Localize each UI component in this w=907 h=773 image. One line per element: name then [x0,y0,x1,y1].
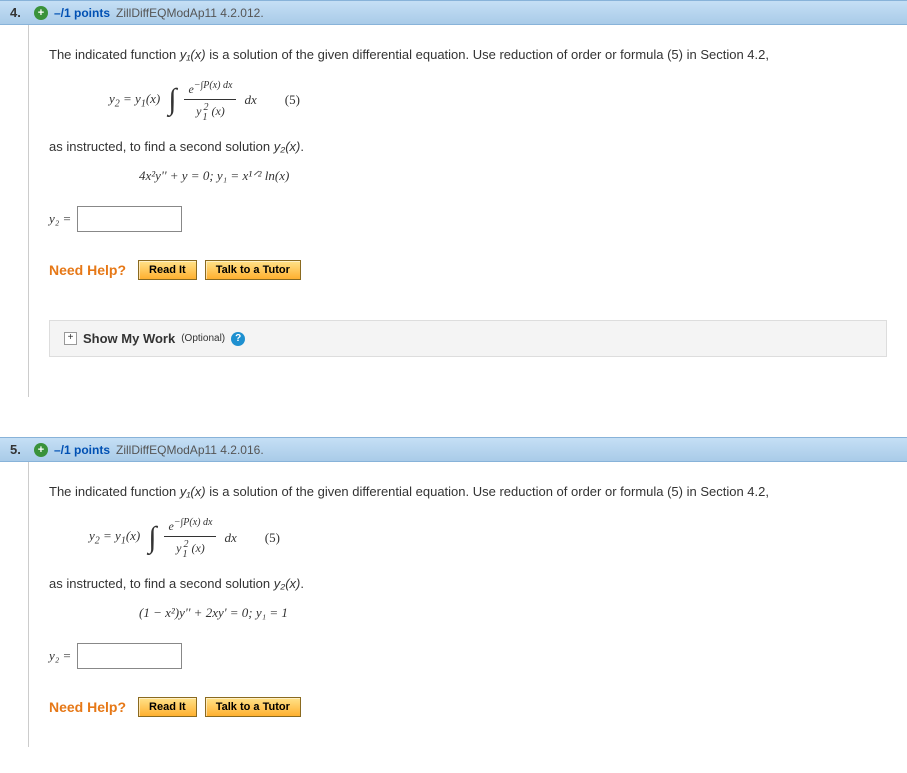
prompt-part-a: The indicated function [49,47,180,62]
prompt-part-b: is a solution of the given differential … [206,484,769,499]
read-it-button[interactable]: Read It [138,697,197,717]
given-equation: (1 − x²)y'' + 2xy' = 0; y₁ = 1 [49,605,887,621]
integral-icon: ∫ [168,85,176,115]
denominator: y21(x) [164,537,216,558]
answer-row: y₂ = [49,643,887,669]
y1x: y₁(x) [180,47,206,62]
need-help-label: Need Help? [49,262,126,278]
answer-input[interactable] [77,206,182,232]
numerator: e−∫P(x) dx [164,517,216,537]
given-equation: 4x²y'' + y = 0; y₁ = x¹ᐟ² ln(x) [49,168,887,184]
instruction-2: as instructed, to find a second solution… [49,139,887,154]
answer-row: y₂ = [49,206,887,232]
question-number: 4. [10,5,28,20]
show-work-label: Show My Work [83,331,175,346]
y2x: y₂(x) [274,576,301,591]
read-it-button[interactable]: Read It [138,260,197,280]
prompt-text: The indicated function y₁(x) is a soluti… [49,45,887,66]
answer-label: y₂ = [49,648,71,664]
question-source: ZillDiffEQModAp11 4.2.016. [116,443,264,457]
prompt-part-a: The indicated function [49,484,180,499]
plus-icon: + [64,332,77,345]
prompt-part-b: is a solution of the given differential … [206,47,769,62]
equation-label: (5) [285,92,300,108]
y2x: y₂(x) [274,139,301,154]
talk-to-tutor-button[interactable]: Talk to a Tutor [205,260,301,280]
integral-icon: ∫ [148,523,156,553]
y1x: y₁(x) [180,484,206,499]
equation-label: (5) [265,530,280,546]
question-body: The indicated function y₁(x) is a soluti… [28,462,907,747]
numerator: e−∫P(x) dx [184,80,236,100]
dx: dx [244,92,256,108]
fraction: e−∫P(x) dx y21(x) [184,80,236,121]
formula-lhs: y2 = y1(x) [89,528,140,547]
info-icon[interactable]: ? [231,332,245,346]
talk-to-tutor-button[interactable]: Talk to a Tutor [205,697,301,717]
denominator: y21(x) [184,100,236,121]
points-label: –/1 points [54,6,110,20]
need-help-row: Need Help? Read It Talk to a Tutor [49,260,887,280]
answer-label: y₂ = [49,211,71,227]
instruction-2: as instructed, to find a second solution… [49,576,887,591]
expand-icon[interactable]: + [34,6,48,20]
need-help-row: Need Help? Read It Talk to a Tutor [49,697,887,717]
formula-row: y2 = y1(x) ∫ e−∫P(x) dx y21(x) dx (5) [49,517,887,558]
show-my-work-bar[interactable]: + Show My Work (Optional) ? [49,320,887,357]
dx: dx [224,530,236,546]
formula-lhs: y2 = y1(x) [109,91,160,110]
fraction: e−∫P(x) dx y21(x) [164,517,216,558]
question-header: 4. + –/1 points ZillDiffEQModAp11 4.2.01… [0,0,907,25]
divider [28,387,907,397]
question-body: The indicated function y₁(x) is a soluti… [28,25,907,387]
question-header: 5. + –/1 points ZillDiffEQModAp11 4.2.01… [0,437,907,462]
optional-label: (Optional) [181,333,225,344]
answer-input[interactable] [77,643,182,669]
need-help-label: Need Help? [49,699,126,715]
formula-row: y2 = y1(x) ∫ e−∫P(x) dx y21(x) dx (5) [49,80,887,121]
question-number: 5. [10,442,28,457]
expand-icon[interactable]: + [34,443,48,457]
spacer [0,397,907,437]
prompt-text: The indicated function y₁(x) is a soluti… [49,482,887,503]
question-source: ZillDiffEQModAp11 4.2.012. [116,6,264,20]
points-label: –/1 points [54,443,110,457]
